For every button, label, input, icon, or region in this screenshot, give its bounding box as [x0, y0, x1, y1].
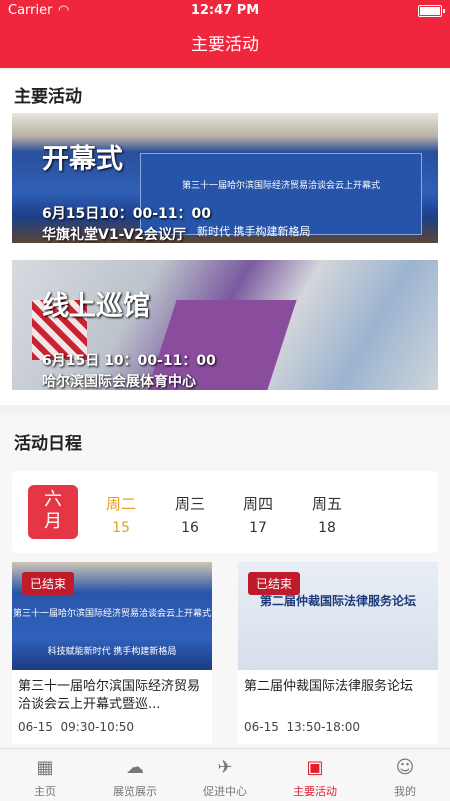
event-datetime: 06-15 09:30-10:50: [18, 720, 135, 734]
promotion-icon: ✈: [217, 757, 233, 778]
banner-place: 华旗礼堂V1-V2会议厅: [42, 227, 186, 243]
banner-slogan: 新时代 携手构建新格局: [197, 225, 311, 238]
activity-icon: ▣: [306, 757, 324, 778]
day-tab-16[interactable]: 周三 16: [165, 493, 215, 536]
status-bar: Carrier ◠ 12:47 PM: [0, 0, 450, 22]
status-badge: 已结束: [22, 572, 75, 595]
battery-icon: [418, 5, 445, 17]
tab-home[interactable]: ▦ 主页: [0, 749, 90, 801]
section-title: 活动日程: [14, 434, 82, 454]
event-card[interactable]: 第三十一届哈尔滨国际经济贸易洽谈会云上开幕式 科技赋能新时代 携手构建新格局 已…: [12, 562, 212, 744]
event-title: 第三十一届哈尔滨国际经济贸易洽谈会云上开幕式暨巡...: [18, 679, 201, 712]
day-tab-17[interactable]: 周四 17: [233, 493, 283, 536]
status-badge: 已结束: [248, 572, 301, 595]
event-datetime: 06-15 13:50-18:00: [244, 720, 361, 734]
event-card[interactable]: 第二届仲裁国际法律服务论坛 已结束 第二届仲裁国际法律服务论坛 06-15 13…: [238, 562, 438, 744]
banner-online-tour[interactable]: 线上巡馆 6月15日 10：00-11：00 哈尔滨国际会展体育中心: [12, 260, 438, 390]
date-selector: 六 月 周二 15 周三 16 周四 17 周五 18: [12, 471, 438, 553]
tab-exhibition[interactable]: ☁ 展览展示: [90, 749, 180, 801]
clock: 12:47 PM: [190, 3, 260, 18]
banner-time: 6月15日 10：00-11：00: [42, 353, 216, 369]
home-icon: ▦: [36, 757, 54, 778]
day-tab-15[interactable]: 周二 15: [96, 493, 146, 536]
banner-title: 线上巡馆: [42, 291, 150, 322]
month-badge: 六 月: [28, 485, 78, 539]
banner-opening-ceremony[interactable]: 第三十一届哈尔滨国际经济贸易洽谈会云上开幕式 开幕式 6月15日10：00-11…: [12, 113, 438, 243]
event-title: 第二届仲裁国际法律服务论坛: [244, 679, 414, 694]
banner-time: 6月15日10：00-11：00: [42, 206, 211, 222]
section-title: 主要活动: [14, 87, 82, 107]
banner-title: 开幕式: [42, 144, 123, 175]
tab-activities[interactable]: ▣ 主要活动: [270, 749, 360, 801]
user-icon: ☺: [395, 757, 415, 778]
banner-place: 哈尔滨国际会展体育中心: [42, 374, 196, 390]
nav-title: 主要活动: [0, 22, 450, 68]
tab-bar: ▦ 主页 ☁ 展览展示 ✈ 促进中心 ▣ 主要活动 ☺ 我的: [0, 748, 450, 801]
tab-mine[interactable]: ☺ 我的: [360, 749, 450, 801]
tab-promotion[interactable]: ✈ 促进中心: [180, 749, 270, 801]
exhibition-icon: ☁: [126, 757, 144, 778]
day-tab-18[interactable]: 周五 18: [302, 493, 352, 536]
